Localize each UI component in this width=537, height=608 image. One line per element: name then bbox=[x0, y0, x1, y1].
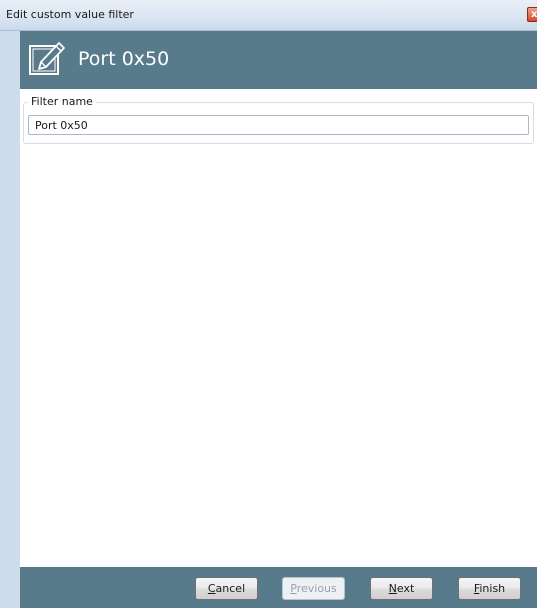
filter-name-label: Filter name bbox=[28, 95, 96, 108]
window-title: Edit custom value filter bbox=[6, 8, 134, 21]
previous-label: revious bbox=[296, 582, 337, 595]
filter-name-input[interactable] bbox=[28, 115, 529, 135]
filter-name-group: Filter name bbox=[23, 95, 534, 144]
cancel-mnemonic: C bbox=[207, 582, 216, 595]
next-mnemonic: N bbox=[388, 582, 397, 595]
dialog-window: Edit custom value filter x Port 0x50 Fil… bbox=[0, 0, 537, 608]
next-button[interactable]: Next bbox=[370, 577, 433, 600]
header-title: Port 0x50 bbox=[78, 48, 170, 70]
previous-button[interactable]: Previous bbox=[282, 577, 345, 600]
cancel-label: ancel bbox=[215, 582, 246, 595]
content-area: Filter name bbox=[20, 89, 537, 567]
finish-button[interactable]: Finish bbox=[458, 577, 521, 600]
button-bar: Cancel Previous Next Finish bbox=[20, 567, 537, 608]
header-banner: Port 0x50 bbox=[20, 31, 537, 89]
edit-icon bbox=[29, 42, 65, 75]
cancel-button[interactable]: Cancel bbox=[195, 577, 258, 600]
title-bar[interactable]: Edit custom value filter x bbox=[0, 0, 537, 31]
close-icon[interactable]: x bbox=[527, 7, 537, 22]
finish-label: inish bbox=[479, 582, 506, 595]
next-label: ext bbox=[396, 582, 415, 595]
